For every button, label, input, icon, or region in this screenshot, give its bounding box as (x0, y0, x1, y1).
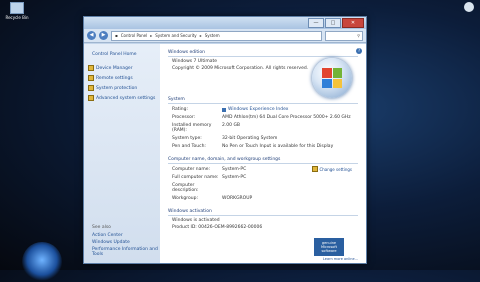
row-value: 2.00 GB (222, 123, 241, 128)
computer-row-description: Computer description: (172, 183, 358, 193)
row-value: WORKGROUP (222, 196, 253, 201)
sidebar-item-label: Remote settings (96, 75, 133, 81)
row-label: Pen and Touch: (172, 144, 206, 149)
search-icon: ⚲ (357, 33, 360, 38)
shield-icon (312, 166, 319, 172)
system-row-processor: Processor: AMD Athlon(tm) 64 Dual Core P… (172, 115, 358, 120)
row-label: System type: (172, 136, 202, 141)
activation-section-title: Windows activation (168, 209, 358, 216)
system-row-type: System type: 32-bit Operating System (172, 136, 358, 141)
system-section-title: System (168, 97, 358, 104)
start-orb-icon[interactable] (22, 242, 62, 282)
system-window: — □ ✕ ◀ ▶ ▪ Control Panel ▸ System and S… (83, 16, 367, 264)
row-label: Rating: (172, 107, 189, 112)
windows-flag-icon (322, 68, 342, 88)
sidebar-item-system-protection[interactable]: System protection (88, 85, 156, 91)
change-settings-label: Change settings (319, 166, 352, 172)
control-panel-icon: ▪ (115, 33, 118, 38)
minimize-button[interactable]: — (308, 18, 324, 28)
experience-index-link[interactable]: Windows Experience Index (222, 107, 358, 112)
see-also-action-center[interactable]: Action Center (92, 233, 160, 238)
sidebar-item-label: System protection (96, 85, 138, 91)
desktop-recycle-bin[interactable]: Recycle Bin (2, 2, 32, 20)
row-value: System-PC (222, 175, 247, 180)
sidebar-item-label: Device Manager (96, 65, 133, 71)
shield-icon (88, 95, 94, 101)
sidebar: Control Panel Home Device Manager Remote… (84, 44, 160, 263)
recycle-bin-icon (10, 2, 24, 14)
genuine-badge: genuine Microsoft software (314, 238, 344, 256)
see-also-heading: See also (92, 225, 111, 230)
help-icon[interactable]: ? (356, 48, 362, 54)
row-value: No Pen or Touch Input is available for t… (222, 144, 334, 149)
change-settings-link[interactable]: Change settings (312, 166, 352, 172)
shield-icon (88, 65, 94, 71)
sidebar-home-link[interactable]: Control Panel Home (92, 52, 156, 57)
back-arrow-icon[interactable]: ◀ (87, 31, 96, 40)
breadcrumb-separator: ▸ (150, 33, 153, 38)
row-label: Computer name: (172, 167, 211, 172)
sidebar-item-remote-settings[interactable]: Remote settings (88, 75, 156, 81)
computer-row-workgroup: Workgroup: WORKGROUP (172, 196, 358, 201)
edition-section-title: Windows edition (168, 50, 358, 57)
computer-row-full-name: Full computer name: System-PC (172, 175, 358, 180)
row-value: Windows Experience Index (228, 107, 289, 112)
sidebar-item-advanced-settings[interactable]: Advanced system settings (88, 95, 156, 101)
title-bar[interactable]: — □ ✕ (84, 17, 366, 29)
computer-section-title: Computer name, domain, and workgroup set… (168, 157, 358, 164)
see-also-windows-update[interactable]: Windows Update (92, 240, 160, 245)
product-id: Product ID: 00426-OEM-8992662-00006 (172, 225, 263, 230)
sidebar-item-device-manager[interactable]: Device Manager (88, 65, 156, 71)
row-label: Workgroup: (172, 196, 198, 201)
navigation-bar: ◀ ▶ ▪ Control Panel ▸ System and Securit… (84, 29, 366, 43)
sidebar-item-label: Advanced system settings (96, 95, 156, 101)
system-row-memory: Installed memory (RAM): 2.00 GB (172, 123, 358, 133)
see-also-section: See also Action Center Windows Update Pe… (92, 225, 160, 259)
breadcrumb-control-panel[interactable]: Control Panel (121, 33, 148, 38)
address-bar[interactable]: ▪ Control Panel ▸ System and Security ▸ … (111, 30, 322, 41)
row-label: Full computer name: (172, 175, 219, 180)
shield-icon (88, 75, 94, 81)
desktop-corner-icon[interactable] (464, 2, 474, 12)
learn-more-link[interactable]: Learn more online... (323, 257, 358, 261)
system-row-pen: Pen and Touch: No Pen or Touch Input is … (172, 144, 358, 149)
main-panel: ? Windows edition Windows 7 Ultimate Cop… (160, 44, 366, 263)
row-label: Installed memory (RAM): (172, 123, 212, 133)
search-input[interactable]: ⚲ (325, 30, 363, 41)
forward-arrow-icon[interactable]: ▶ (99, 31, 108, 40)
content-area: Control Panel Home Device Manager Remote… (84, 44, 366, 263)
rating-icon (222, 107, 226, 112)
row-value (222, 183, 358, 193)
windows-logo-icon (312, 58, 352, 98)
breadcrumb-system[interactable]: System (205, 33, 220, 38)
window-controls: — □ ✕ (308, 18, 364, 28)
shield-icon (88, 85, 94, 91)
row-value: AMD Athlon(tm) 64 Dual Core Processor 50… (222, 115, 351, 120)
system-row-rating: Rating: Windows Experience Index (172, 107, 358, 112)
see-also-performance[interactable]: Performance Information and Tools (92, 247, 160, 257)
row-value: 32-bit Operating System (222, 136, 278, 141)
breadcrumb-system-security[interactable]: System and Security (155, 33, 196, 38)
desktop-icon-label: Recycle Bin (5, 15, 29, 20)
breadcrumb-separator: ▸ (199, 33, 202, 38)
row-label: Computer description: (172, 183, 199, 193)
activation-status: Windows is activated (172, 218, 220, 223)
close-button[interactable]: ✕ (342, 18, 364, 28)
row-label: Processor: (172, 115, 196, 120)
maximize-button[interactable]: □ (325, 18, 341, 28)
